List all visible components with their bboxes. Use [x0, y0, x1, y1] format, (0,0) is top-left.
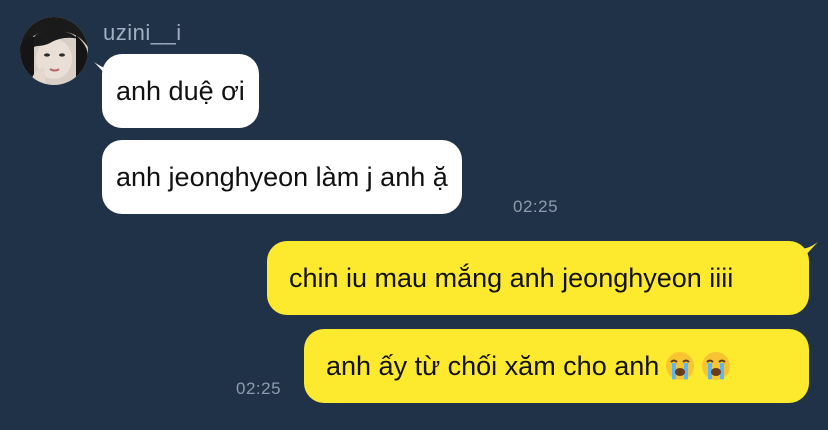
message-text: anh ấy từ chối xăm cho anh: [326, 350, 660, 381]
incoming-timestamp: 02:25: [513, 197, 559, 216]
sender-name: uzini__i: [103, 20, 182, 45]
outgoing-message-bubble[interactable]: chin iu mau mắng anh jeonghyeon iiii: [267, 241, 809, 315]
loudly-crying-face-icon: [665, 351, 695, 381]
message-text: anh jeonghyeon làm j anh ặ: [116, 161, 448, 192]
avatar-photo-icon: [20, 17, 88, 85]
message-text: chin iu mau mắng anh jeonghyeon iiii: [289, 262, 734, 293]
avatar[interactable]: [20, 17, 88, 85]
outgoing-timestamp: 02:25: [236, 379, 282, 398]
message-text: anh duệ ơi: [116, 75, 245, 106]
loudly-crying-face-icon: [701, 351, 731, 381]
outgoing-message-bubble[interactable]: anh ấy từ chối xăm cho anh: [304, 329, 809, 403]
incoming-message-bubble[interactable]: anh duệ ơi: [102, 54, 259, 128]
incoming-message-bubble[interactable]: anh jeonghyeon làm j anh ặ: [102, 140, 462, 214]
